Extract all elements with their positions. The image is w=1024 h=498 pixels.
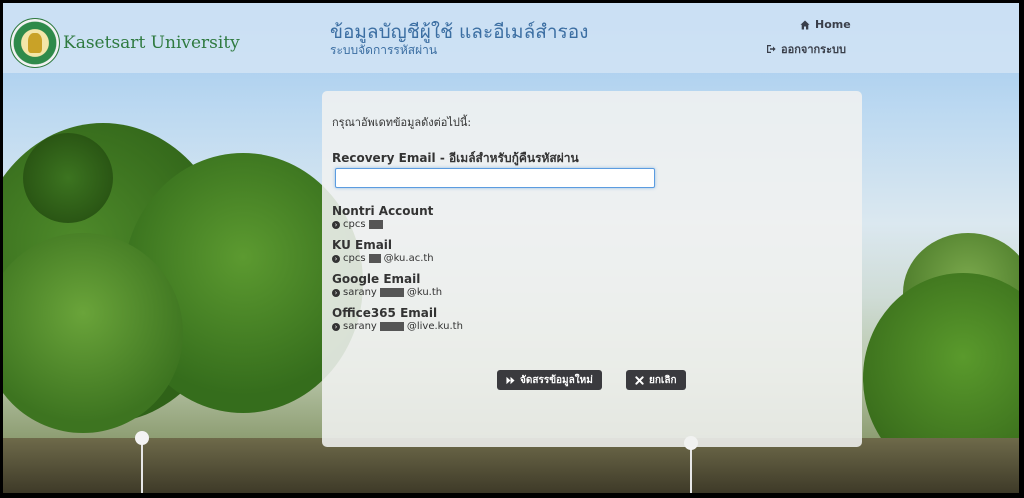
save-button-label: จัดสรรข้อมูลใหม่	[520, 374, 593, 386]
logo-emblem	[28, 33, 42, 53]
cancel-button-label: ยกเลิก	[649, 374, 677, 386]
background-tree	[23, 133, 113, 223]
info-value-prefix: cpcs	[343, 219, 366, 230]
chevron-circle-right-icon: ›	[332, 288, 340, 297]
info-label: Google Email	[332, 272, 421, 286]
form-prompt: กรุณาอัพเดทข้อมูลดังต่อไปนี้:	[332, 116, 472, 129]
close-icon	[635, 375, 644, 385]
logout-link-label: ออกจากระบบ	[781, 43, 846, 56]
brand-name: Kasetsart University	[63, 33, 240, 53]
redacted-block	[379, 322, 404, 331]
ku-email-info: KU Email › cpcs @ku.ac.th	[332, 238, 434, 264]
account-form-panel: กรุณาอัพเดทข้อมูลดังต่อไปนี้: Recovery E…	[322, 91, 862, 447]
logout-link[interactable]: ออกจากระบบ	[766, 40, 846, 58]
info-value: › sarany @ku.th	[332, 287, 442, 298]
info-value-suffix: @ku.th	[406, 287, 443, 298]
redacted-block	[368, 220, 383, 229]
redacted-block	[368, 254, 381, 263]
recovery-email-label: Recovery Email - อีเมล์สำหรับกู้คืนรหัสผ…	[332, 151, 579, 165]
home-link-label: Home	[815, 18, 851, 31]
info-value-prefix: sarany	[343, 321, 377, 332]
info-value: › sarany @live.ku.th	[332, 321, 463, 332]
forward-icon	[506, 376, 515, 384]
page-subtitle: ระบบจัดการรหัสผ่าน	[330, 43, 438, 57]
office365-email-info: Office365 Email › sarany @live.ku.th	[332, 306, 463, 332]
info-label: Office365 Email	[332, 306, 438, 320]
redacted-block	[379, 288, 404, 297]
info-value-prefix: sarany	[343, 287, 377, 298]
chevron-circle-right-icon: ›	[332, 322, 340, 331]
nontri-account-info: Nontri Account › cpcs	[332, 204, 433, 230]
page-background: Kasetsart University ข้อมูลบัญชีผู้ใช้ แ…	[3, 3, 1019, 493]
university-logo	[10, 18, 60, 68]
info-label: Nontri Account	[332, 204, 434, 218]
header-bar: Kasetsart University ข้อมูลบัญชีผู้ใช้ แ…	[3, 3, 1019, 73]
info-value-prefix: cpcs	[343, 253, 366, 264]
cancel-button[interactable]: ยกเลิก	[626, 370, 686, 390]
lamp-post	[135, 431, 149, 493]
home-icon	[800, 20, 810, 29]
info-value-suffix: @live.ku.th	[406, 321, 463, 332]
chevron-circle-right-icon: ›	[332, 254, 340, 263]
recovery-email-input[interactable]	[335, 168, 655, 188]
info-value: › cpcs @ku.ac.th	[332, 253, 434, 264]
save-button[interactable]: จัดสรรข้อมูลใหม่	[497, 370, 602, 390]
google-email-info: Google Email › sarany @ku.th	[332, 272, 442, 298]
info-value-suffix: @ku.ac.th	[383, 253, 434, 264]
chevron-circle-right-icon: ›	[332, 220, 340, 229]
home-link[interactable]: Home	[800, 18, 851, 31]
info-label: KU Email	[332, 238, 393, 252]
info-value: › cpcs	[332, 219, 433, 230]
sign-out-icon	[767, 45, 776, 53]
lamp-post	[684, 436, 698, 493]
